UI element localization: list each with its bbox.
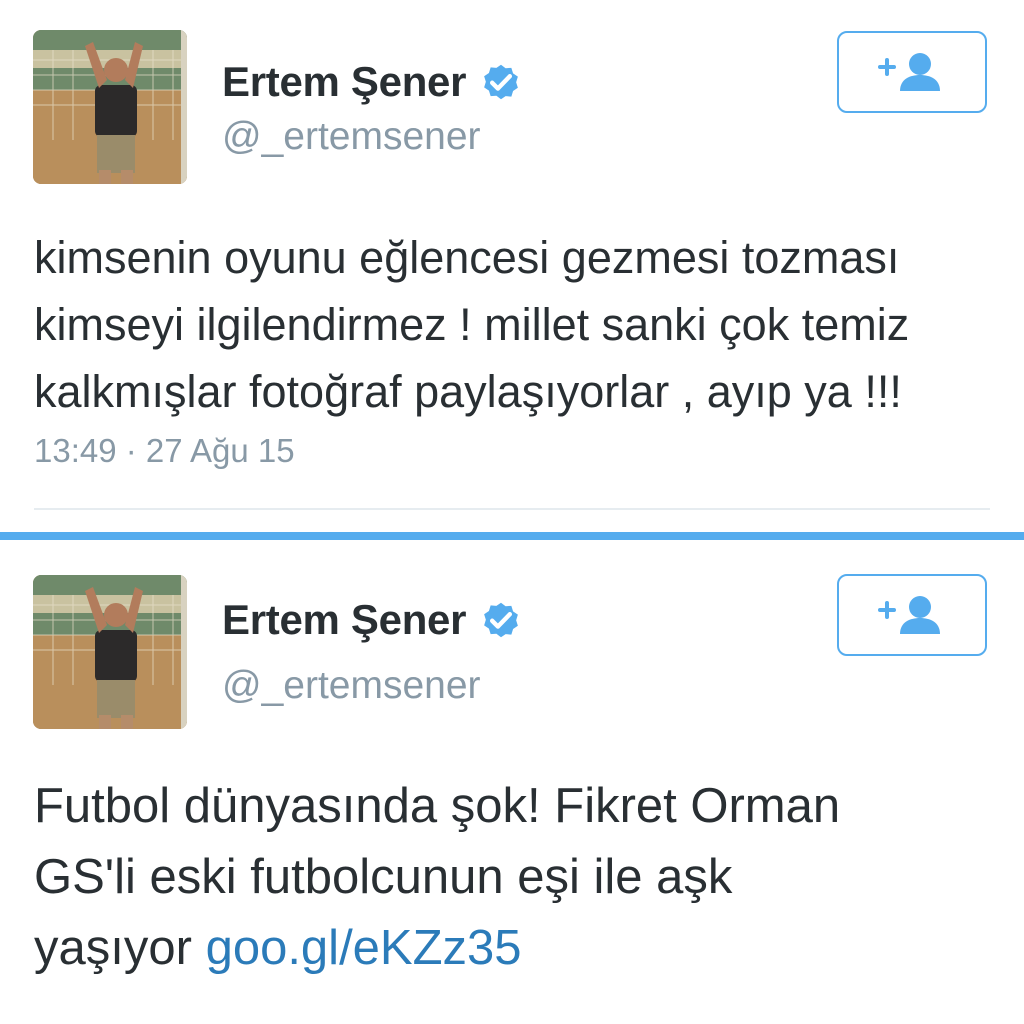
tweet-text-line: yaşıyor goo.gl/eKZz35 [34,913,994,984]
author-name[interactable]: Ertem Şener [222,596,524,644]
author-handle[interactable]: @_ertemsener [222,115,481,159]
tweet-text-line: kimseyi ilgilendirmez ! millet sanki çok… [34,299,910,350]
profile-photo-icon [33,575,187,729]
tweet-text-line: kimsenin oyunu eğlencesi gezmesi tozması [34,232,900,283]
tweet-text-line: Futbol dünyasında şok! Fikret Orman [34,779,841,833]
tweet-text-segment: yaşıyor [34,921,192,975]
tweet-card: Ertem Şener @_ertemsener kimsenin oyunu … [0,0,1024,530]
author-name-label: Ertem Şener [222,58,467,105]
tweet-link[interactable]: goo.gl/eKZz35 [206,921,522,975]
follow-button[interactable] [837,574,987,656]
follow-button[interactable] [837,31,987,113]
author-name[interactable]: Ertem Şener [222,58,524,106]
tweet-text-line: kalkmışlar fotoğraf paylaşıyorlar , ayıp… [34,366,902,417]
tweet-card: Ertem Şener @_ertemsener Futbol dünyasın… [0,540,1024,1024]
author-name-label: Ertem Şener [222,596,467,643]
tweet-timestamp[interactable]: 13:49 · 27 Ağu 15 [34,432,295,470]
add-user-icon [878,596,940,634]
avatar[interactable] [33,30,187,184]
avatar[interactable] [33,575,187,729]
tweet-text: Futbol dünyasında şok! Fikret Orman GS'l… [34,771,994,984]
verified-badge-icon [484,602,519,638]
author-handle[interactable]: @_ertemsener [222,664,481,708]
divider [34,508,990,510]
profile-photo-icon [33,30,187,184]
tweet-text-line: GS'li eski futbolcunun eşi ile aşk [34,850,733,904]
verified-badge-icon [484,64,519,100]
add-user-icon [878,53,940,91]
section-divider [0,532,1024,540]
tweet-text: kimsenin oyunu eğlencesi gezmesi tozması… [34,224,994,425]
